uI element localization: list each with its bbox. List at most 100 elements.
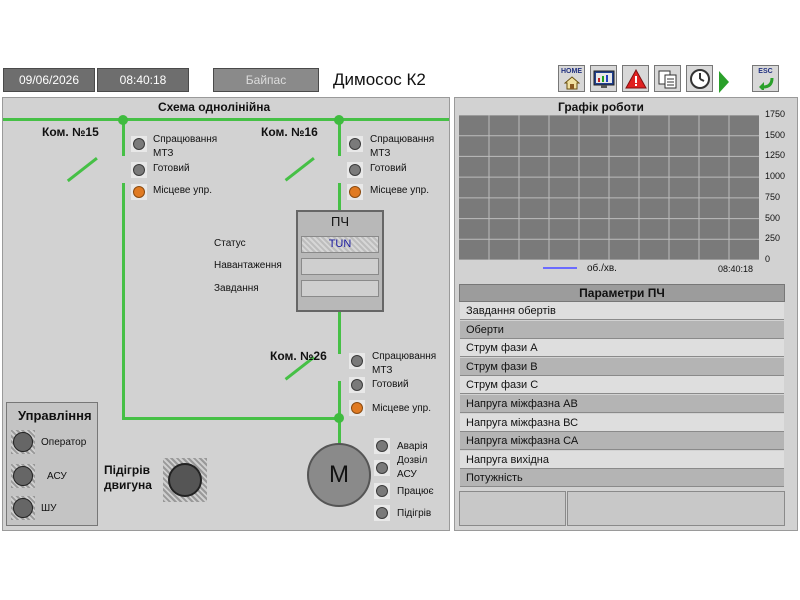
legend-line	[543, 267, 577, 269]
params-header: Параметри ПЧ	[459, 284, 785, 302]
com15-local-lamp	[131, 184, 147, 200]
com16-label: Ком. №16	[261, 125, 318, 139]
com15-ready-label: Готовий	[153, 163, 190, 174]
com26-local-lamp	[349, 400, 365, 416]
esc-label: ESC	[758, 67, 773, 75]
motor-heating-lamp	[374, 505, 390, 521]
bottom-bus	[122, 417, 341, 420]
param-row: Напруга вихідна	[460, 450, 784, 469]
control-shu-label: ШУ	[41, 503, 57, 514]
feeder-16-to-vfd	[338, 183, 341, 211]
motor-letter: M	[329, 461, 349, 488]
param-row: Струм фази А	[460, 339, 784, 358]
y-tick-label: 750	[765, 191, 781, 202]
com16-trip-label-2: МТЗ	[370, 148, 391, 159]
com26-ready-lamp	[349, 377, 365, 393]
feeder-15-line-lower	[122, 183, 125, 419]
motor-running-label: Працює	[397, 486, 434, 497]
control-title: Управління	[18, 408, 92, 423]
y-tick-label: 500	[765, 212, 781, 223]
param-row: Напруга міжфазна СА	[460, 432, 784, 451]
com26-label: Ком. №26	[270, 349, 327, 363]
params-title: Параметри ПЧ	[579, 286, 665, 300]
back-arrow-icon	[758, 77, 773, 90]
param-row: Напруга міжфазна ВС	[460, 413, 784, 432]
param-row: Напруга міжфазна АВ	[460, 395, 784, 413]
motor-heating-label: Підігрів	[397, 508, 432, 519]
com16-trip-lamp	[347, 136, 363, 152]
control-operator-label: Оператор	[41, 437, 87, 448]
heating-button[interactable]	[163, 458, 207, 502]
shu-indicator-icon	[13, 498, 33, 518]
motor-alarm-lamp	[374, 438, 390, 454]
vfd-task-value	[301, 280, 379, 297]
legend-label: об./хв.	[587, 263, 617, 274]
motor-alarm-label: Аварія	[397, 441, 428, 452]
node-15	[118, 115, 128, 125]
com16-local-lamp	[347, 184, 363, 200]
date-display: 09/06/2026	[3, 68, 95, 92]
scheme-title: Схема однолінійна	[158, 100, 271, 114]
control-operator-button[interactable]	[11, 430, 35, 454]
vfd-status-label: Статус	[214, 238, 246, 249]
motor-symbol[interactable]: M	[307, 443, 371, 507]
control-asu-button[interactable]	[11, 464, 35, 488]
com26-trip-label-2: МТЗ	[372, 365, 393, 376]
time-display: 08:40:18	[97, 68, 189, 92]
com15-ready-lamp	[131, 162, 147, 178]
param-row: Струм фази С	[460, 376, 784, 395]
param-row: Потужність	[460, 469, 784, 488]
motor-permit-label: Дозвіл	[397, 455, 428, 466]
motor-running-lamp	[374, 483, 390, 499]
vfd-to-26-line	[338, 312, 341, 354]
param-row: Завдання обертів	[460, 302, 784, 320]
overview-button[interactable]	[590, 65, 617, 92]
bottom-field-right	[567, 491, 785, 526]
node-motor	[334, 413, 344, 423]
home-button[interactable]: HOME	[558, 65, 585, 92]
monitor-chart-icon	[593, 70, 614, 88]
com15-trip-lamp	[131, 136, 147, 152]
y-tick-label: 250	[765, 233, 781, 244]
motor-permit-lamp	[374, 460, 390, 476]
documents-icon	[658, 70, 676, 88]
busbar	[3, 118, 449, 121]
operator-indicator-icon	[13, 432, 33, 452]
com15-label: Ком. №15	[42, 125, 99, 139]
vfd-status-value: TUN	[301, 236, 379, 253]
asu-indicator-icon	[13, 466, 33, 486]
com15-trip-label-2: МТЗ	[153, 148, 174, 159]
home-label: HOME	[561, 67, 582, 75]
vfd-task-label: Завдання	[214, 283, 259, 294]
com16-ready-label: Готовий	[370, 163, 407, 174]
nav-right-arrow[interactable]	[719, 71, 729, 93]
y-tick-label: 0	[765, 254, 771, 264]
clock-icon	[689, 68, 710, 89]
heating-indicator-icon	[168, 463, 202, 497]
com16-trip-label: Спрацювання	[370, 134, 435, 145]
esc-button[interactable]: ESC	[752, 65, 779, 92]
heating-label: Підігрів	[104, 463, 150, 477]
node-16	[334, 115, 344, 125]
vfd-load-value	[301, 258, 379, 275]
com15-local-label: Місцеве упр.	[153, 185, 213, 196]
chart-time-label: 08:40:18	[718, 264, 754, 274]
com16-local-label: Місцеве упр.	[370, 185, 430, 196]
reports-button[interactable]	[654, 65, 681, 92]
y-tick-label: 1250	[765, 150, 786, 161]
y-tick-label: 1000	[765, 171, 786, 182]
y-tick-label: 1500	[765, 129, 786, 140]
chart-title: Графік роботи	[558, 100, 644, 114]
control-shu-button[interactable]	[11, 496, 35, 520]
vfd-title: ПЧ	[330, 214, 349, 229]
y-tick-label: 1750	[765, 109, 786, 119]
alarm-button[interactable]	[622, 65, 649, 92]
clock-button[interactable]	[686, 65, 713, 92]
feeder-15-line	[122, 120, 125, 156]
com26-ready-label: Готовий	[372, 379, 409, 390]
alarm-warning-icon	[624, 68, 647, 88]
com26-trip-label: Спрацювання	[372, 351, 437, 362]
bypass-button[interactable]: Байпас	[213, 68, 319, 92]
motor-permit-label-2: АСУ	[397, 469, 417, 480]
param-row: Струм фази В	[460, 357, 784, 376]
